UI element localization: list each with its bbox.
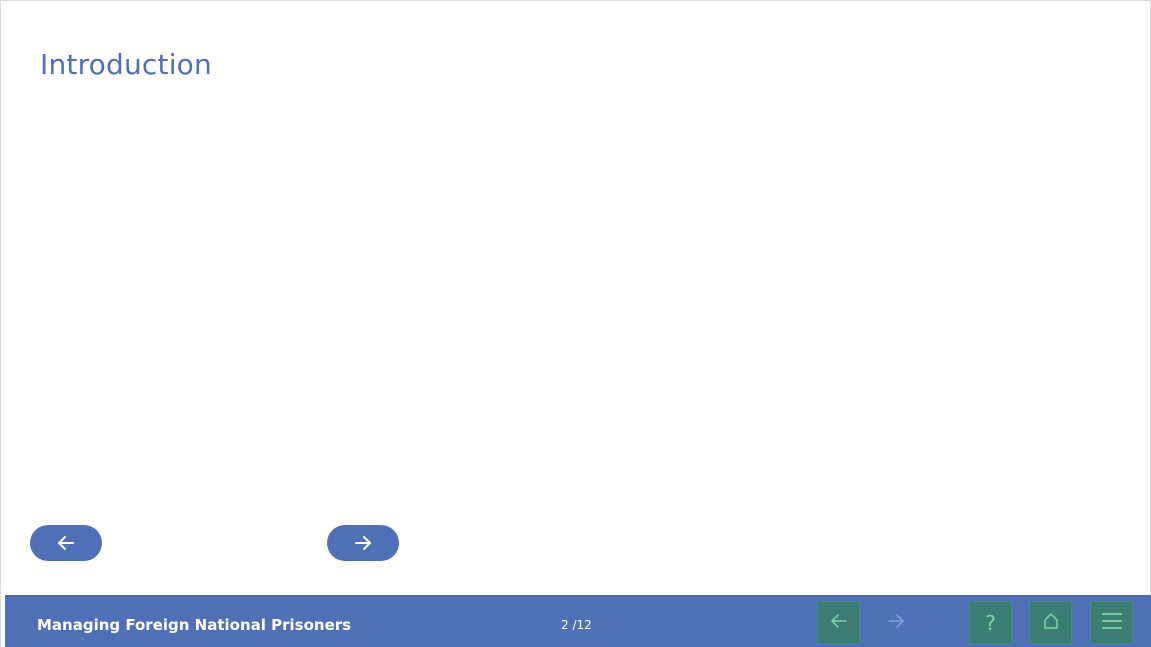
question-icon: ? bbox=[985, 610, 996, 635]
arrow-left-icon bbox=[829, 611, 849, 634]
previous-button[interactable] bbox=[30, 525, 102, 561]
help-button[interactable]: ? bbox=[969, 601, 1012, 644]
slide-frame: Introduction bbox=[0, 0, 1151, 647]
arrow-right-icon bbox=[352, 532, 374, 554]
course-title: Managing Foreign National Prisoners bbox=[37, 616, 352, 634]
forward-button[interactable] bbox=[874, 601, 917, 644]
page-counter: 2 /12 bbox=[561, 618, 592, 632]
next-button[interactable] bbox=[327, 525, 399, 561]
menu-button[interactable] bbox=[1090, 601, 1133, 644]
home-button[interactable] bbox=[1029, 601, 1072, 644]
footer-bar: Managing Foreign National Prisoners 2 /1… bbox=[5, 595, 1151, 647]
arrow-right-icon bbox=[886, 611, 906, 634]
hamburger-menu-icon bbox=[1100, 611, 1124, 634]
home-icon bbox=[1041, 611, 1061, 634]
slide-title: Introduction bbox=[40, 48, 212, 81]
back-button[interactable] bbox=[817, 601, 860, 644]
arrow-left-icon bbox=[55, 532, 77, 554]
